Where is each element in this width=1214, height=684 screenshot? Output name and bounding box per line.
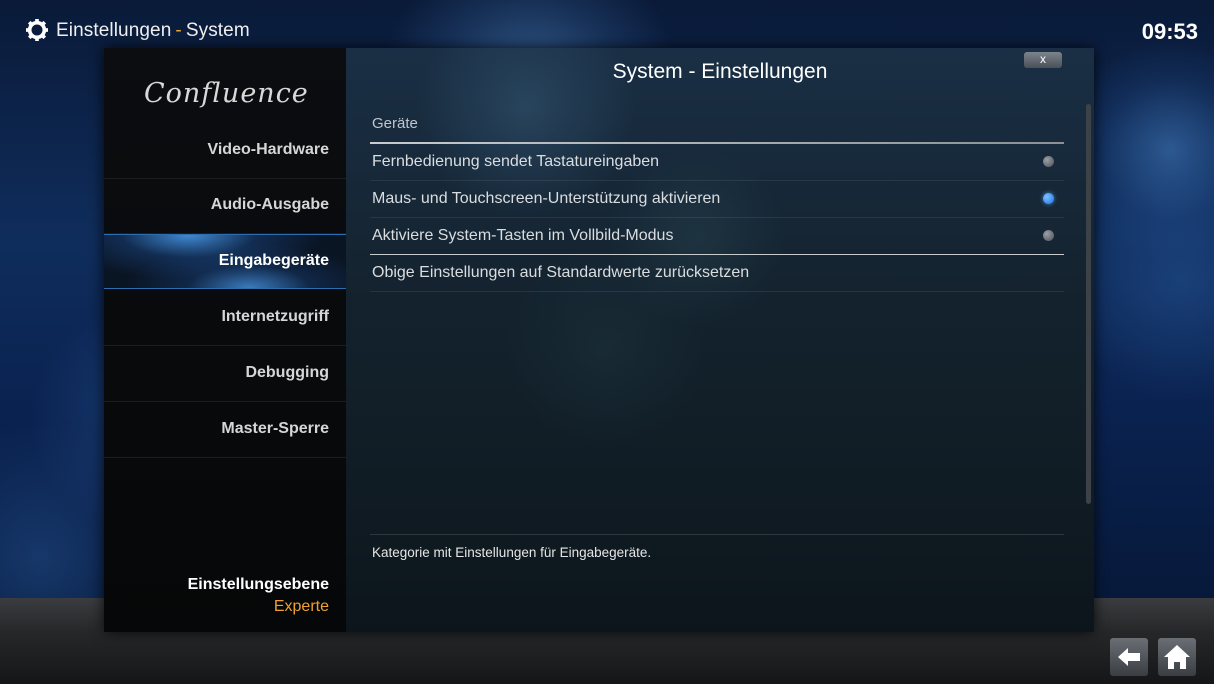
setting-label: Aktiviere System-Tasten im Vollbild-Modu… bbox=[372, 227, 674, 244]
scrollbar[interactable] bbox=[1082, 104, 1094, 504]
category-sidebar: Confluence Video-Hardware Audio-Ausgabe … bbox=[104, 48, 346, 632]
settings-level-label[interactable]: Einstellungsebene bbox=[188, 576, 329, 594]
close-button[interactable]: x bbox=[1024, 52, 1062, 68]
setting-row-system-keys[interactable]: Aktiviere System-Tasten im Vollbild-Modu… bbox=[370, 218, 1064, 255]
sidebar-item-label: Debugging bbox=[245, 364, 329, 381]
sidebar-item-label: Internetzugriff bbox=[221, 308, 329, 325]
settings-content: System - Einstellungen x Geräte Fernbedi… bbox=[346, 48, 1094, 632]
top-bar: Einstellungen - System 09:53 bbox=[0, 0, 1214, 48]
breadcrumb-separator: - bbox=[175, 20, 182, 41]
confluence-logo: Confluence bbox=[144, 78, 309, 109]
setting-row-remote-keyboard[interactable]: Fernbedienung sendet Tastatureingaben bbox=[370, 144, 1064, 181]
close-icon: x bbox=[1040, 52, 1046, 66]
group-header: Geräte bbox=[372, 115, 418, 132]
settings-level-value[interactable]: Experte bbox=[274, 598, 329, 616]
description-divider bbox=[370, 534, 1064, 535]
breadcrumb-section: Einstellungen bbox=[56, 20, 172, 41]
reset-label: Obige Einstellungen auf Standardwerte zu… bbox=[372, 264, 750, 281]
sidebar-item-label: Audio-Ausgabe bbox=[210, 196, 329, 213]
setting-label: Fernbedienung sendet Tastatureingaben bbox=[372, 153, 660, 170]
back-button[interactable] bbox=[1110, 638, 1148, 676]
home-button[interactable] bbox=[1158, 638, 1196, 676]
settings-dialog: Confluence Video-Hardware Audio-Ausgabe … bbox=[104, 48, 1094, 632]
sidebar-item-eingabegeraete[interactable]: Eingabegeräte bbox=[104, 234, 346, 289]
sidebar-item-label: Eingabegeräte bbox=[218, 252, 329, 269]
setting-row-mouse-touch[interactable]: Maus- und Touchscreen-Unterstützung akti… bbox=[370, 181, 1064, 218]
sidebar-item-internetzugriff[interactable]: Internetzugriff bbox=[104, 291, 346, 346]
sidebar-item-video-hardware[interactable]: Video-Hardware bbox=[104, 124, 346, 179]
breadcrumb-page: System bbox=[185, 20, 250, 41]
gear-icon bbox=[26, 19, 48, 41]
sidebar-item-label: Video-Hardware bbox=[207, 141, 329, 158]
radio-toggle-icon[interactable] bbox=[1043, 156, 1054, 167]
scroll-thumb[interactable] bbox=[1086, 104, 1091, 504]
breadcrumb: Einstellungen - System bbox=[56, 20, 250, 42]
setting-label: Maus- und Touchscreen-Unterstützung akti… bbox=[372, 190, 721, 207]
setting-description: Kategorie mit Einstellungen für Eingabeg… bbox=[372, 545, 652, 560]
sidebar-item-debugging[interactable]: Debugging bbox=[104, 347, 346, 402]
reset-defaults-button[interactable]: Obige Einstellungen auf Standardwerte zu… bbox=[370, 255, 1064, 292]
radio-toggle-icon[interactable] bbox=[1043, 230, 1054, 241]
sidebar-item-audio-ausgabe[interactable]: Audio-Ausgabe bbox=[104, 179, 346, 234]
sidebar-item-master-sperre[interactable]: Master-Sperre bbox=[104, 403, 346, 458]
sidebar-item-label: Master-Sperre bbox=[221, 420, 329, 437]
back-arrow-icon bbox=[1118, 648, 1140, 666]
dialog-title: System - Einstellungen bbox=[612, 60, 828, 83]
clock: 09:53 bbox=[1141, 19, 1198, 44]
home-icon bbox=[1164, 645, 1190, 669]
radio-toggle-icon[interactable] bbox=[1043, 193, 1054, 204]
